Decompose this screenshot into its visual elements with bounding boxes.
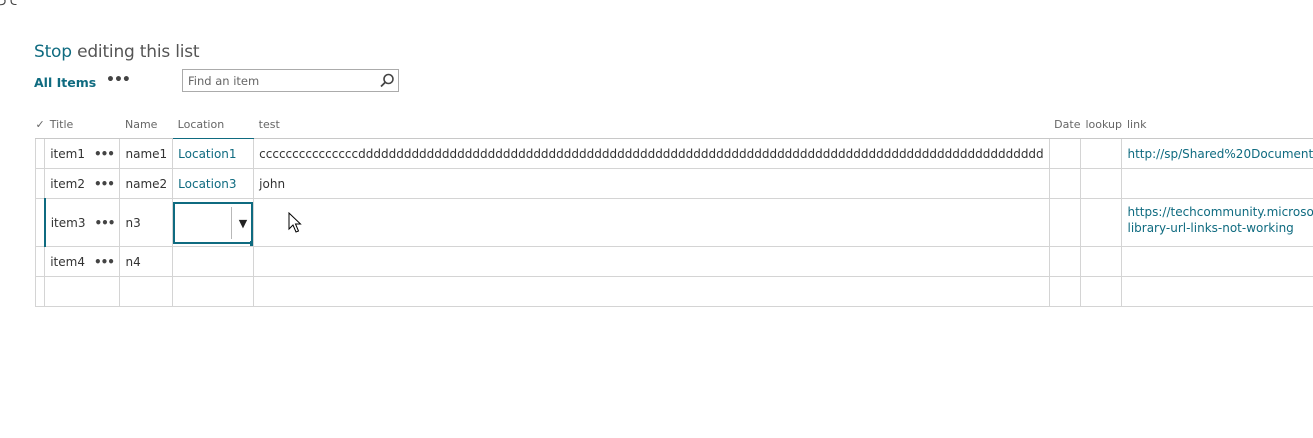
test-cell[interactable]: john [253, 168, 1050, 199]
column-header-link[interactable]: link [1121, 110, 1313, 139]
url-link-continued[interactable]: library-url-links-not-working [1127, 221, 1293, 235]
stop-editing-bar: Stop editing this list [34, 42, 200, 62]
dropdown-divider [231, 206, 233, 239]
title-cell[interactable]: item2 ••• [44, 168, 121, 199]
lookup-cell[interactable] [1079, 168, 1123, 199]
mouse-pointer-icon [288, 212, 302, 233]
title-text: item2 [50, 176, 85, 191]
location-cell[interactable] [172, 246, 255, 277]
select-all-checkmark-icon[interactable]: ✓ [35, 110, 45, 139]
search-icon[interactable] [378, 72, 396, 90]
table-row-new [34, 276, 1313, 307]
title-text: item1 [50, 146, 85, 161]
list-grid: ✓ Title Name Location test Date lookup l… [34, 110, 1313, 307]
title-text: item3 [50, 215, 86, 230]
column-header-title[interactable]: Title [44, 110, 120, 139]
table-row: item3 ••• n3 ▼ https://techcommunity.micr… [34, 198, 1313, 247]
location-link[interactable]: Location3 [178, 177, 236, 191]
name-cell[interactable] [119, 276, 174, 307]
date-cell[interactable] [1048, 168, 1081, 199]
link-cell[interactable]: https://techcommunity.microsoft.com/ lib… [1121, 198, 1313, 247]
name-cell[interactable]: name2 [119, 168, 174, 199]
lookup-cell[interactable] [1079, 138, 1123, 169]
title-cell[interactable] [44, 276, 121, 307]
table-row: item1 ••• name1 Location1 ccccccccccccccc… [34, 138, 1313, 169]
location-dropdown[interactable]: ▼ [173, 201, 253, 246]
stop-editing-link[interactable]: Stop [34, 42, 72, 62]
lookup-cell[interactable] [1079, 246, 1123, 277]
page-title-fragment: st [0, 0, 18, 12]
name-cell[interactable]: n3 [119, 198, 174, 247]
title-cell[interactable]: item3 ••• [44, 198, 121, 247]
date-cell[interactable] [1048, 138, 1081, 169]
grid-header-row: ✓ Title Name Location test Date lookup l… [35, 110, 1313, 139]
test-cell[interactable] [253, 198, 1050, 247]
link-cell[interactable]: http://sp/Shared%20Documents/ [1121, 138, 1313, 169]
stop-editing-text: editing this list [77, 42, 200, 62]
row-select-cell[interactable] [34, 138, 46, 169]
column-header-date[interactable]: Date [1049, 110, 1081, 139]
table-row: item2 ••• name2 Location3 john [34, 168, 1313, 199]
title-text: item4 [50, 254, 85, 269]
fill-handle[interactable] [250, 240, 253, 246]
row-select-cell[interactable] [34, 276, 46, 307]
test-cell[interactable]: cccccccccccccccddddddddddddddddddddddddd… [253, 138, 1050, 169]
item-menu-ellipsis-icon[interactable]: ••• [94, 147, 115, 161]
search-box [182, 69, 399, 92]
link-cell[interactable] [1121, 276, 1313, 307]
test-cell[interactable] [253, 246, 1050, 277]
column-header-test[interactable]: test [253, 110, 1050, 139]
title-cell[interactable]: item4 ••• [44, 246, 121, 277]
title-cell[interactable]: item1 ••• [44, 138, 121, 169]
lookup-cell[interactable] [1079, 198, 1123, 247]
location-cell-editing[interactable]: ▼ [172, 198, 255, 247]
url-link[interactable]: https://techcommunity.microsoft.com/ [1127, 205, 1313, 219]
row-select-cell[interactable] [34, 198, 46, 247]
test-cell[interactable] [253, 276, 1050, 307]
date-cell[interactable] [1048, 276, 1081, 307]
location-cell[interactable]: Location1 [172, 138, 255, 169]
date-cell[interactable] [1048, 246, 1081, 277]
location-cell[interactable] [172, 276, 255, 307]
row-select-cell[interactable] [34, 168, 46, 199]
link-cell[interactable] [1121, 168, 1313, 199]
search-input[interactable] [183, 70, 383, 91]
url-link[interactable]: http://sp/Shared%20Documents/ [1127, 147, 1313, 161]
date-cell[interactable] [1048, 198, 1081, 247]
row-select-cell[interactable] [34, 246, 46, 277]
name-cell[interactable]: n4 [119, 246, 174, 277]
location-cell[interactable]: Location3 [172, 168, 255, 199]
location-link[interactable]: Location1 [178, 147, 236, 161]
column-header-name[interactable]: Name [119, 110, 173, 139]
name-cell[interactable]: name1 [119, 138, 174, 169]
column-header-location[interactable]: Location [172, 110, 254, 139]
item-menu-ellipsis-icon[interactable]: ••• [94, 177, 115, 191]
column-header-lookup[interactable]: lookup [1080, 110, 1122, 139]
dropdown-caret-icon[interactable]: ▼ [239, 217, 247, 230]
table-row: item4 ••• n4 [34, 246, 1313, 277]
link-cell[interactable] [1121, 246, 1313, 277]
view-options-ellipsis-icon[interactable]: ••• [106, 72, 131, 88]
lookup-cell[interactable] [1079, 276, 1123, 307]
item-menu-ellipsis-icon[interactable]: ••• [94, 255, 115, 269]
view-selector-all-items[interactable]: All Items [34, 75, 96, 90]
item-menu-ellipsis-icon[interactable]: ••• [94, 216, 115, 230]
